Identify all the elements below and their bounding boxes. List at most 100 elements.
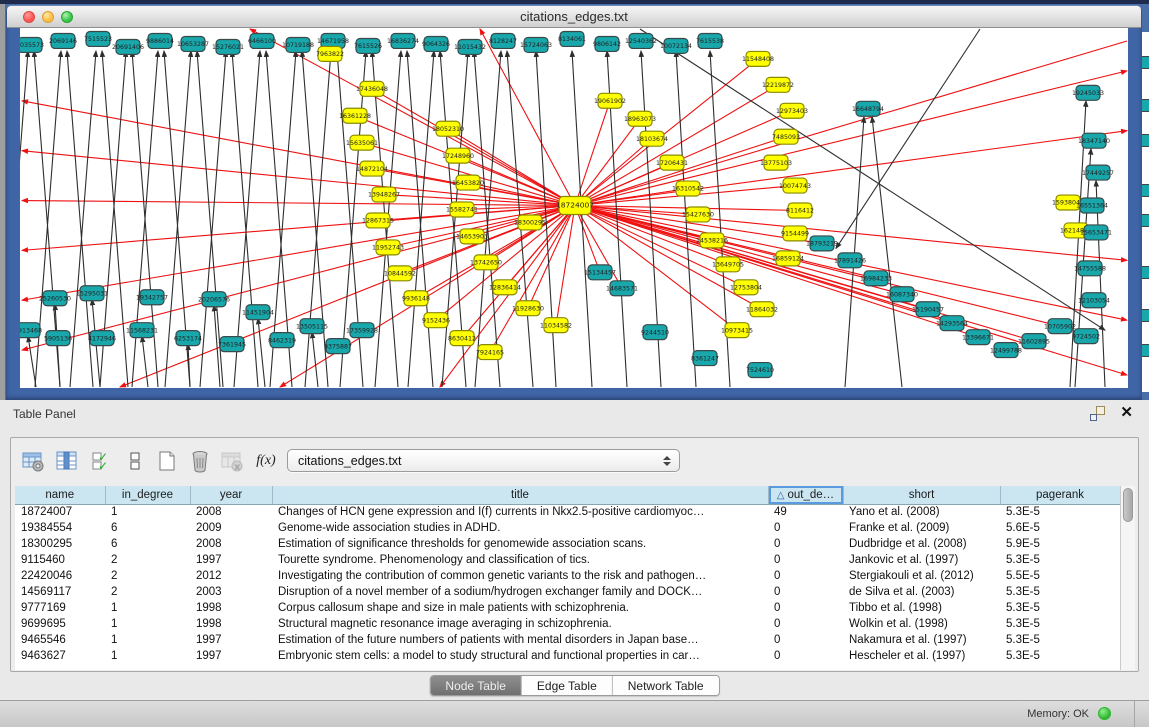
cell-pagerank[interactable]: 5.3E-5 — [1000, 648, 1120, 664]
cell-out_degree[interactable]: 0 — [768, 600, 843, 616]
graph-node[interactable]: 12973403 — [776, 103, 808, 118]
graph-node[interactable]: 18300295 — [514, 215, 546, 230]
graph-node[interactable]: 18347140 — [1078, 133, 1110, 148]
table-row[interactable]: 977716911998Corpus callosum shape and si… — [15, 600, 1120, 616]
graph-node[interactable]: 9375887 — [324, 339, 352, 354]
cell-year[interactable]: 2008 — [190, 504, 272, 520]
row-height-button[interactable] — [122, 448, 148, 474]
graph-node[interactable]: 2069146 — [49, 33, 77, 48]
cell-name[interactable]: 19384554 — [15, 520, 105, 536]
graph-node[interactable]: 9064326 — [422, 36, 450, 51]
column-header-pagerank[interactable]: pagerank — [1000, 486, 1120, 504]
cell-short[interactable]: Wolkin et al. (1998) — [843, 616, 1000, 632]
graph-node[interactable]: 8134061 — [558, 31, 586, 46]
graph-node[interactable]: 7524610 — [746, 363, 774, 378]
graph-node[interactable]: 5905136 — [44, 331, 72, 346]
graph-node[interactable]: 19061902 — [594, 93, 626, 108]
graph-node[interactable]: 13649705 — [712, 257, 744, 272]
cell-short[interactable]: Tibbo et al. (1998) — [843, 600, 1000, 616]
graph-node[interactable]: 13505115 — [296, 319, 328, 334]
table-settings-button[interactable] — [20, 448, 46, 474]
graph-node[interactable]: 12540362 — [625, 33, 657, 48]
graph-node[interactable]: 16453820 — [452, 175, 484, 190]
table-row[interactable]: 1830029562008Estimation of significance … — [15, 536, 1120, 552]
graph-node[interactable]: 11568231 — [126, 323, 158, 338]
cell-name[interactable]: 18724007 — [15, 504, 105, 520]
graph-node[interactable]: 7615526 — [354, 38, 382, 53]
column-header-short[interactable]: short — [843, 486, 1000, 504]
cell-year[interactable]: 1997 — [190, 552, 272, 568]
cell-name[interactable]: 9465546 — [15, 632, 105, 648]
cell-year[interactable]: 2012 — [190, 568, 272, 584]
graph-node[interactable]: 14683571 — [606, 281, 638, 296]
graph-node[interactable]: 15276021 — [212, 39, 244, 54]
cell-short[interactable]: Nakamura et al. (1997) — [843, 632, 1000, 648]
graph-node[interactable]: 17891426 — [834, 253, 866, 268]
cell-pagerank[interactable]: 5.3E-5 — [1000, 632, 1120, 648]
graph-node[interactable]: 12753804 — [730, 280, 762, 295]
float-panel-button[interactable] — [1090, 406, 1105, 421]
graph-node[interactable]: 11928630 — [512, 301, 544, 316]
graph-node[interactable]: 14293564 — [936, 316, 968, 331]
graph-node[interactable]: 16859124 — [772, 251, 804, 266]
cell-in_degree[interactable]: 1 — [105, 600, 190, 616]
cell-title[interactable]: Structural magnetic resonance image aver… — [272, 616, 768, 632]
cell-out_degree[interactable]: 0 — [768, 632, 843, 648]
graph-node[interactable]: 9724502 — [1072, 329, 1100, 344]
graph-node[interactable]: 7361945 — [218, 337, 246, 352]
graph-node[interactable]: 7485093 — [772, 129, 800, 144]
graph-node[interactable]: 15190457 — [912, 302, 944, 317]
scrollbar-thumb[interactable] — [1123, 488, 1133, 522]
cell-out_degree[interactable]: 0 — [768, 584, 843, 600]
graph-node[interactable]: 14755588 — [1074, 261, 1106, 276]
tab-network-table[interactable]: Network Table — [613, 676, 719, 695]
table-row[interactable]: 911546021997Tourette syndrome. Phenomeno… — [15, 552, 1120, 568]
graph-node[interactable]: 18963073 — [624, 111, 656, 126]
cell-title[interactable]: Tourette syndrome. Phenomenology and cla… — [272, 552, 768, 568]
cell-in_degree[interactable]: 2 — [105, 568, 190, 584]
function-builder-button[interactable]: f(x) — [253, 448, 279, 474]
cell-title[interactable]: Investigating the contribution of common… — [272, 568, 768, 584]
cell-short[interactable]: Franke et al. (2009) — [843, 520, 1000, 536]
cell-year[interactable]: 2003 — [190, 584, 272, 600]
cell-year[interactable]: 2008 — [190, 536, 272, 552]
graph-node[interactable]: 12867315 — [362, 213, 394, 228]
graph-node[interactable]: 13742650 — [470, 255, 502, 270]
graph-node[interactable]: 8128247 — [489, 33, 517, 48]
graph-node[interactable]: 18052310 — [432, 121, 464, 136]
graph-node[interactable]: 9886014 — [146, 33, 174, 48]
graph-node[interactable]: 18724007 — [556, 197, 594, 215]
graph-node[interactable]: 18103674 — [636, 131, 668, 146]
graph-node[interactable]: 16984233 — [860, 271, 892, 286]
graph-node[interactable]: 12219872 — [762, 77, 794, 92]
vertical-scrollbar[interactable] — [1120, 486, 1135, 670]
graph-node[interactable]: 10973415 — [721, 323, 753, 338]
cell-title[interactable]: Estimation of the future numbers of pati… — [272, 632, 768, 648]
table-row[interactable]: 1456911722003Disruption of a novel membe… — [15, 584, 1120, 600]
graph-node[interactable]: 7924165 — [476, 345, 504, 360]
cell-out_degree[interactable]: 0 — [768, 520, 843, 536]
cell-short[interactable]: Jankovic et al. (1997) — [843, 552, 1000, 568]
graph-node[interactable]: 16087340 — [886, 287, 918, 302]
cell-year[interactable]: 1997 — [190, 632, 272, 648]
show-column-button[interactable] — [54, 448, 80, 474]
cell-in_degree[interactable]: 6 — [105, 536, 190, 552]
cell-title[interactable]: Estimation of significance thresholds fo… — [272, 536, 768, 552]
graph-node[interactable]: 15724063 — [520, 37, 552, 52]
delete-table-button[interactable] — [187, 448, 213, 474]
graph-node[interactable]: 15582741 — [446, 202, 478, 217]
graph-node[interactable]: 8462319 — [268, 333, 296, 348]
cell-name[interactable]: 14569117 — [15, 584, 105, 600]
create-table-button[interactable] — [154, 448, 180, 474]
graph-node[interactable]: 17436048 — [356, 81, 388, 96]
cell-in_degree[interactable]: 1 — [105, 632, 190, 648]
graph-node[interactable]: 11602895 — [1018, 334, 1050, 349]
graph-node[interactable]: 15427630 — [682, 207, 714, 222]
table-row[interactable]: 969969511998Structural magnetic resonanc… — [15, 616, 1120, 632]
graph-node[interactable]: 10705902 — [1044, 319, 1076, 334]
cell-out_degree[interactable]: 0 — [768, 616, 843, 632]
graph-node[interactable]: 17206431 — [656, 155, 688, 170]
cell-pagerank[interactable]: 5.3E-5 — [1000, 600, 1120, 616]
table-source-dropdown[interactable]: citations_edges.txt — [287, 449, 680, 472]
cell-year[interactable]: 1997 — [190, 648, 272, 664]
